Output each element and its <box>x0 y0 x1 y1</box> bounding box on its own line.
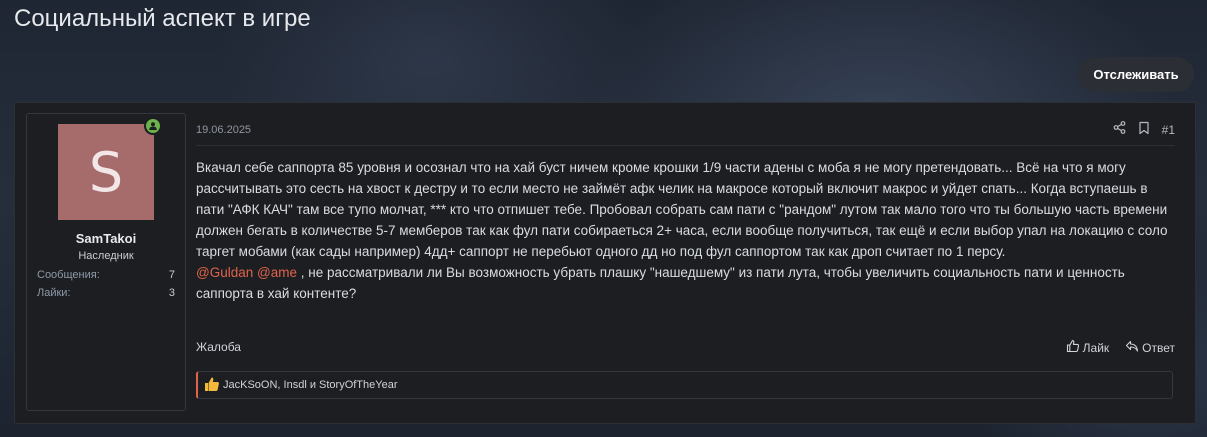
like-reaction-icon <box>204 376 220 395</box>
message-paragraph: Вкачал себе саппорта 85 уровня и осознал… <box>196 160 1168 259</box>
reply-button[interactable]: Ответ <box>1125 339 1175 356</box>
question-text: , не рассматривали ли Вы возможность убр… <box>196 265 1125 301</box>
page-title: Социальный аспект в игре <box>14 5 311 32</box>
stat-likes: Лайки: 3 <box>37 287 175 299</box>
post-date[interactable]: 19.06.2025 <box>196 124 251 136</box>
like-label: Лайк <box>1082 340 1110 355</box>
post-actions: Лайк Ответ <box>1066 339 1175 356</box>
reactions-users[interactable]: JacKSoON, Insdl и StoryOfTheYear <box>223 379 397 391</box>
watch-button[interactable]: Отслеживать <box>1078 57 1194 92</box>
like-button[interactable]: Лайк <box>1066 339 1110 356</box>
reply-label: Ответ <box>1142 340 1175 355</box>
post-body: 19.06.2025 #1 Вкачал себе саппорта 85 ур… <box>196 103 1175 423</box>
mention-link[interactable]: @ame <box>257 265 297 280</box>
thumbs-up-icon <box>1066 339 1080 356</box>
stat-messages: Сообщения: 7 <box>37 269 175 281</box>
online-status-icon <box>144 117 162 135</box>
avatar[interactable]: S <box>58 124 154 220</box>
post-message: Вкачал себе саппорта 85 уровня и осознал… <box>196 157 1171 304</box>
share-icon[interactable] <box>1113 121 1126 139</box>
bookmark-icon[interactable] <box>1138 121 1150 140</box>
report-link[interactable]: Жалоба <box>196 340 241 354</box>
stat-value: 3 <box>168 287 175 299</box>
stat-label: Лайки: <box>37 287 71 299</box>
user-card: S SamTakoi Наследник Сообщения: 7 Лайки:… <box>26 113 186 411</box>
divider <box>196 145 1175 146</box>
post-number-link[interactable]: #1 <box>1162 123 1175 137</box>
avatar-letter: S <box>88 140 124 204</box>
stat-value: 7 <box>168 269 175 281</box>
reply-icon <box>1125 339 1139 356</box>
username[interactable]: SamTakoi <box>27 231 185 246</box>
mention-link[interactable]: @Guldan <box>196 265 253 280</box>
reactions-bar[interactable]: JacKSoON, Insdl и StoryOfTheYear <box>196 371 1173 399</box>
post-tools: #1 <box>1113 121 1175 139</box>
message-question: @Guldan @ame , не рассматривали ли Вы во… <box>196 262 1171 304</box>
stat-label: Сообщения: <box>37 269 100 281</box>
post: S SamTakoi Наследник Сообщения: 7 Лайки:… <box>14 102 1196 424</box>
user-title: Наследник <box>78 250 134 262</box>
